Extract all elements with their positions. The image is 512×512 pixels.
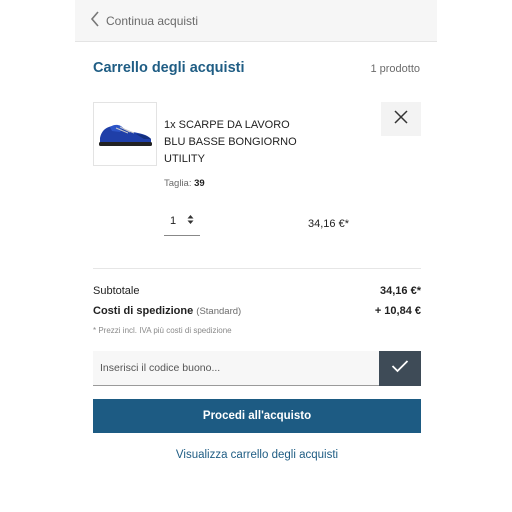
voucher-submit-button[interactable] [379, 351, 421, 386]
offcanvas-cart-panel: Continua acquisti Carrello degli acquist… [75, 0, 437, 512]
close-icon [394, 109, 408, 129]
quantity-value: 1 [170, 215, 177, 227]
quantity-select[interactable]: 1 [164, 207, 200, 236]
shipping-row: Costi di spedizione (Standard) + 10,84 € [93, 305, 421, 317]
continue-shopping-link[interactable]: Continua acquisti [90, 11, 198, 30]
checkmark-icon [391, 359, 409, 378]
size-value: 39 [194, 178, 205, 189]
product-size: Taglia: 39 [164, 178, 205, 189]
remove-item-button[interactable] [381, 102, 421, 136]
cart-header-bar: Continua acquisti [75, 0, 437, 42]
size-label: Taglia: [164, 178, 192, 189]
view-cart-link[interactable]: Visualizza carrello degli acquisti [93, 449, 421, 461]
chevron-left-icon [90, 11, 106, 30]
shipping-label: Costi di spedizione [93, 305, 194, 317]
product-name[interactable]: 1x SCARPE DA LAVORO BLU BASSE BONGIORNO … [164, 117, 314, 168]
item-price: 34,16 €* [308, 218, 349, 230]
continue-shopping-label: Continua acquisti [106, 13, 199, 28]
subtotal-label: Subtotale [93, 285, 140, 297]
cart-item-count: 1 prodotto [370, 63, 420, 75]
work-shoe-image [99, 124, 152, 146]
tax-note: * Prezzi incl. IVA più costi di spedizio… [93, 326, 232, 335]
shipping-value: + 10,84 € [374, 305, 421, 317]
subtotal-value: 34,16 €* [380, 285, 421, 297]
sort-arrows-icon [187, 214, 194, 228]
shipping-method: (Standard) [196, 306, 242, 317]
checkout-button[interactable]: Procedi all'acquisto [93, 399, 421, 433]
cart-title: Carrello degli acquisti [93, 60, 245, 76]
subtotal-row: Subtotale 34,16 €* [93, 285, 421, 297]
summary-divider [93, 268, 421, 269]
voucher-form [93, 351, 421, 386]
voucher-code-input[interactable] [93, 351, 379, 386]
product-image[interactable] [93, 102, 157, 166]
